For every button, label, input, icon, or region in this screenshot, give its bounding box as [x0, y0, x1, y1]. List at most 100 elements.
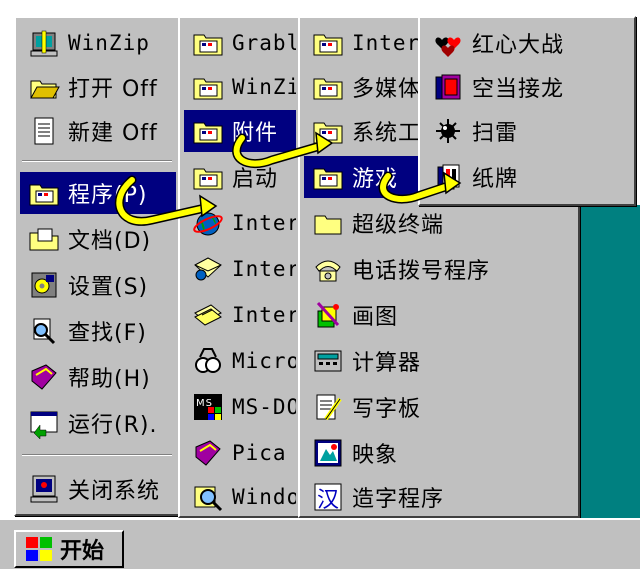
programs-item-startup[interactable]: 启动	[184, 156, 296, 198]
item-label: 映象	[352, 443, 399, 468]
item-label: 设置(S)	[68, 275, 149, 300]
programs-item-internet-news[interactable]: Inter	[184, 294, 296, 336]
minesweeper-icon	[432, 115, 464, 147]
start-item-documents[interactable]: 文档(D)	[20, 218, 176, 260]
start-button[interactable]: 开始	[14, 530, 124, 568]
start-label: 开始	[60, 539, 105, 564]
programs-item-internet-mail[interactable]: Inter	[184, 248, 296, 290]
paint-icon	[312, 299, 344, 331]
item-label: 红心大战	[472, 33, 565, 58]
accessories-item-phone-dialer[interactable]: 电话拨号程序	[304, 248, 576, 290]
games-item-hearts[interactable]: 红心大战	[424, 22, 632, 64]
programs-item-microsoft[interactable]: Micro	[184, 340, 296, 382]
accessories-item-imaging[interactable]: 映象	[304, 432, 576, 474]
settings-icon	[28, 269, 60, 301]
ms-dos-icon: MS	[192, 391, 224, 423]
item-label: 游戏	[352, 167, 399, 192]
item-label: 计算器	[352, 351, 422, 376]
item-label: 系统工	[352, 121, 422, 146]
desktop-background	[578, 205, 640, 518]
help-book-icon	[28, 361, 60, 393]
winzip-icon	[28, 27, 60, 59]
menu-separator	[22, 454, 172, 456]
item-label: 写字板	[352, 397, 422, 422]
item-label: 电话拨号程序	[352, 259, 491, 284]
freecell-icon	[432, 71, 464, 103]
item-label: 多媒体	[352, 77, 422, 102]
start-item-find[interactable]: 查找(F)	[20, 310, 176, 352]
item-label: 查找(F)	[68, 321, 147, 346]
imaging-icon	[312, 437, 344, 469]
item-label: Inter	[232, 257, 296, 281]
programs-item-winzip[interactable]: WinZi	[184, 66, 296, 108]
item-label: 空当接龙	[472, 77, 565, 102]
start-menu: WinZip 打开 Off 新建 Off 程序(P) 文档(D) 设置(S) 查…	[14, 16, 180, 516]
folder-icon	[192, 115, 224, 147]
games-item-minesweeper[interactable]: 扫雷	[424, 110, 632, 152]
item-label: 程序(P)	[68, 183, 148, 208]
programs-item-ms-dos[interactable]: MS MS-DO	[184, 386, 296, 428]
folder-icon	[192, 161, 224, 193]
start-item-open-office[interactable]: 打开 Off	[20, 66, 176, 108]
programs-menu: Grabl WinZi 附件 启动 Inter Inter Inter Micr…	[178, 16, 300, 518]
start-item-settings[interactable]: 设置(S)	[20, 264, 176, 306]
book-icon	[192, 437, 224, 469]
item-label: 文档(D)	[68, 229, 152, 254]
internet-explorer-icon	[192, 207, 224, 239]
programs-item-internet-explorer[interactable]: Inter	[184, 202, 296, 244]
item-label: 启动	[232, 167, 279, 192]
accessories-item-paint[interactable]: 画图	[304, 294, 576, 336]
item-label: 新建 Off	[68, 121, 158, 146]
item-label: WinZi	[232, 75, 296, 99]
games-item-freecell[interactable]: 空当接龙	[424, 66, 632, 108]
folder-icon	[312, 161, 344, 193]
taskbar: 开始	[0, 518, 640, 569]
folder-icon	[312, 71, 344, 103]
games-item-solitaire[interactable]: 纸牌	[424, 156, 632, 198]
programs-item-pica[interactable]: Pica	[184, 432, 296, 474]
item-label: 附件	[232, 121, 279, 146]
folder-icon	[312, 27, 344, 59]
item-label: WinZip	[68, 31, 150, 55]
item-label: 帮助(H)	[68, 367, 151, 392]
item-label: 造字程序	[352, 487, 445, 512]
accessories-item-char-editor[interactable]: 汉 造字程序	[304, 476, 576, 516]
wordpad-icon	[312, 391, 344, 423]
folder-icon	[192, 71, 224, 103]
find-icon	[28, 315, 60, 347]
accessories-item-wordpad[interactable]: 写字板	[304, 386, 576, 428]
calculator-icon	[312, 345, 344, 377]
internet-news-icon	[192, 299, 224, 331]
solitaire-icon	[432, 161, 464, 193]
item-label: 超级终端	[352, 213, 445, 238]
item-label: Inter	[232, 211, 296, 235]
explorer-icon	[192, 481, 224, 513]
programs-item-grab[interactable]: Grabl	[184, 22, 296, 64]
item-label: 打开 Off	[68, 77, 158, 102]
programs-item-accessories[interactable]: 附件	[184, 110, 296, 152]
folder-icon	[192, 27, 224, 59]
accessories-item-calculator[interactable]: 计算器	[304, 340, 576, 382]
run-icon	[28, 407, 60, 439]
item-label: Inter	[352, 31, 421, 55]
start-item-help[interactable]: 帮助(H)	[20, 356, 176, 398]
start-item-shutdown[interactable]: 关闭系统	[20, 468, 176, 510]
svg-text:汉: 汉	[317, 488, 340, 513]
item-label: 扫雷	[472, 121, 519, 146]
start-item-programs[interactable]: 程序(P)	[20, 172, 176, 214]
documents-icon	[28, 223, 60, 255]
programs-item-windows-explorer[interactable]: Windo	[184, 476, 296, 516]
item-label: 纸牌	[472, 167, 519, 192]
start-item-winzip[interactable]: WinZip	[20, 22, 176, 64]
hearts-icon	[432, 27, 464, 59]
item-label: MS-DO	[232, 395, 296, 419]
folder-icon	[312, 115, 344, 147]
start-item-run[interactable]: 运行(R).	[20, 402, 176, 444]
phone-dialer-icon	[312, 253, 344, 285]
start-item-new-office[interactable]: 新建 Off	[20, 110, 176, 152]
accessories-item-hyperterminal[interactable]: 超级终端	[304, 202, 576, 244]
item-label: 运行(R).	[68, 413, 158, 438]
item-label: Grabl	[232, 31, 296, 55]
item-label: 关闭系统	[68, 479, 161, 504]
new-document-icon	[28, 115, 60, 147]
